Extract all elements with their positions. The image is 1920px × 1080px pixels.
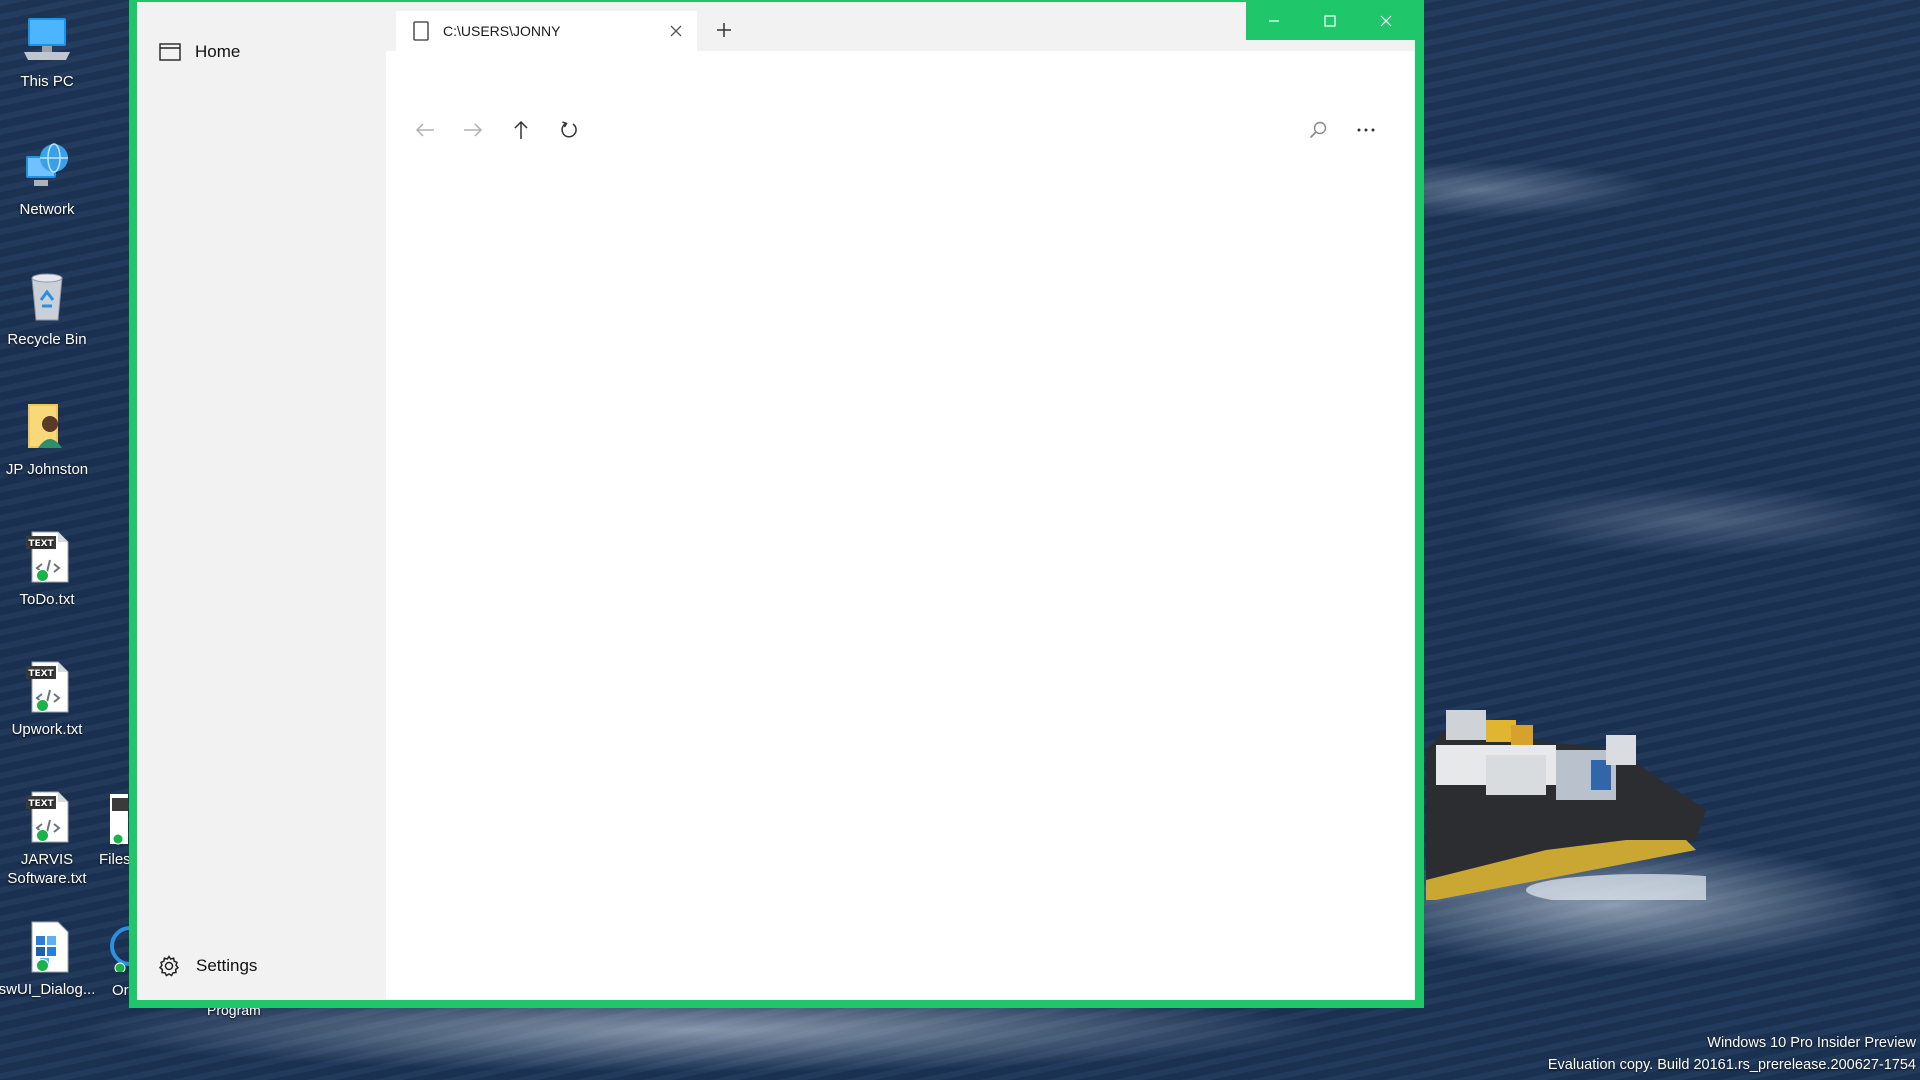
folder-tab-icon <box>413 21 429 41</box>
file-badge-text: TEXT <box>28 539 54 549</box>
text-file-icon: TEXT <box>20 660 74 714</box>
minimize-icon <box>1269 20 1279 22</box>
app-circle-icon <box>110 926 130 972</box>
maximize-button[interactable] <box>1302 2 1358 40</box>
desktop-icon-label: Upwork.txt <box>11 721 83 738</box>
main-content: C:\USERS\JONNY <box>386 2 1415 1000</box>
refresh-button[interactable] <box>554 115 584 145</box>
desktop-icon-label: Recycle Bin <box>7 331 87 348</box>
text-file-icon: TEXT <box>20 530 74 584</box>
tab-current-folder[interactable]: C:\USERS\JONNY <box>396 11 697 51</box>
desktop-icon-jp-johnston[interactable]: JP Johnston <box>0 400 94 479</box>
files-app-window: Home Settings C:\USERS\JONNY <box>129 0 1424 1008</box>
forward-button[interactable] <box>458 115 488 145</box>
sync-status-icon <box>36 959 49 972</box>
watermark-line: Evaluation copy. Build 20161.rs_prerelea… <box>1547 1057 1916 1073</box>
close-icon <box>1380 15 1392 27</box>
gear-icon <box>157 954 181 978</box>
close-button[interactable] <box>1358 2 1414 40</box>
sidebar: Home Settings <box>137 2 386 1000</box>
more-options-button[interactable] <box>1351 115 1381 145</box>
arrow-left-icon <box>415 123 434 137</box>
desktop-icon-this-pc[interactable]: This PC <box>0 12 94 91</box>
network-globe-icon <box>20 140 74 194</box>
arrow-up-icon <box>514 120 528 139</box>
home-window-icon <box>159 43 181 61</box>
desktop-icon-label: JARVIS Software.txt <box>7 851 87 887</box>
back-button[interactable] <box>410 115 440 145</box>
wallpaper-barge <box>1426 710 1706 900</box>
windows-watermark: Windows 10 Pro Insider Preview Evaluatio… <box>1548 1032 1916 1076</box>
desktop-icon-network[interactable]: Network <box>0 140 94 219</box>
computer-icon <box>20 12 74 66</box>
maximize-icon <box>1324 15 1336 27</box>
sync-status-icon <box>36 569 49 582</box>
sidebar-item-home[interactable]: Home <box>137 32 386 72</box>
desktop-icon-label-partial: Files <box>99 851 131 868</box>
search-button[interactable] <box>1303 115 1333 145</box>
desktop-icon-label: ToDo.txt <box>19 591 75 608</box>
sync-status-icon <box>36 699 49 712</box>
desktop-icon-recycle-bin[interactable]: Recycle Bin <box>0 270 94 349</box>
file-badge-text: TEXT <box>28 799 54 809</box>
text-file-icon <box>110 794 128 845</box>
desktop-icon-or-partial[interactable] <box>110 922 130 972</box>
desktop-icon-jarvis-software-txt[interactable]: TEXT JARVIS Software.txt <box>0 790 94 888</box>
app-file-icon <box>20 920 74 974</box>
file-badge-text: TEXT <box>28 669 54 679</box>
sidebar-item-label: Settings <box>196 956 258 975</box>
desktop-icon-swui-dialog[interactable]: swUI_Dialog... <box>0 920 96 999</box>
desktop-icon-label: JP Johnston <box>5 461 89 478</box>
recycle-bin-icon <box>20 270 74 324</box>
text-file-icon: TEXT <box>20 790 74 844</box>
watermark-line: Windows 10 Pro Insider Preview <box>1707 1035 1916 1051</box>
window-caption-buttons <box>1246 2 1416 40</box>
new-tab-button[interactable] <box>712 18 736 42</box>
refresh-icon <box>561 121 577 138</box>
desktop-icon-upwork-txt[interactable]: TEXT Upwork.txt <box>0 660 94 739</box>
plus-icon <box>717 23 731 37</box>
desktop-icon-label: This PC <box>20 73 74 90</box>
minimize-button[interactable] <box>1246 2 1302 40</box>
desktop-icon-label: Network <box>19 201 75 218</box>
up-button[interactable] <box>506 115 536 145</box>
ellipsis-icon <box>1357 128 1375 132</box>
sync-status-icon <box>36 829 49 842</box>
arrow-right-icon <box>464 123 483 137</box>
desktop-icon-files-partial[interactable] <box>98 792 128 852</box>
desktop-icon-label: swUI_Dialog... <box>0 981 96 998</box>
tab-title: C:\USERS\JONNY <box>443 23 561 39</box>
sidebar-item-settings[interactable]: Settings <box>137 946 386 986</box>
desktop-icon-todo-txt[interactable]: TEXT ToDo.txt <box>0 530 94 609</box>
user-folder-icon <box>20 400 74 454</box>
search-icon <box>1309 121 1327 139</box>
desktop-icon-label-partial: Or <box>112 982 129 999</box>
sidebar-item-label: Home <box>195 42 241 61</box>
tab-close-icon[interactable] <box>669 24 683 38</box>
